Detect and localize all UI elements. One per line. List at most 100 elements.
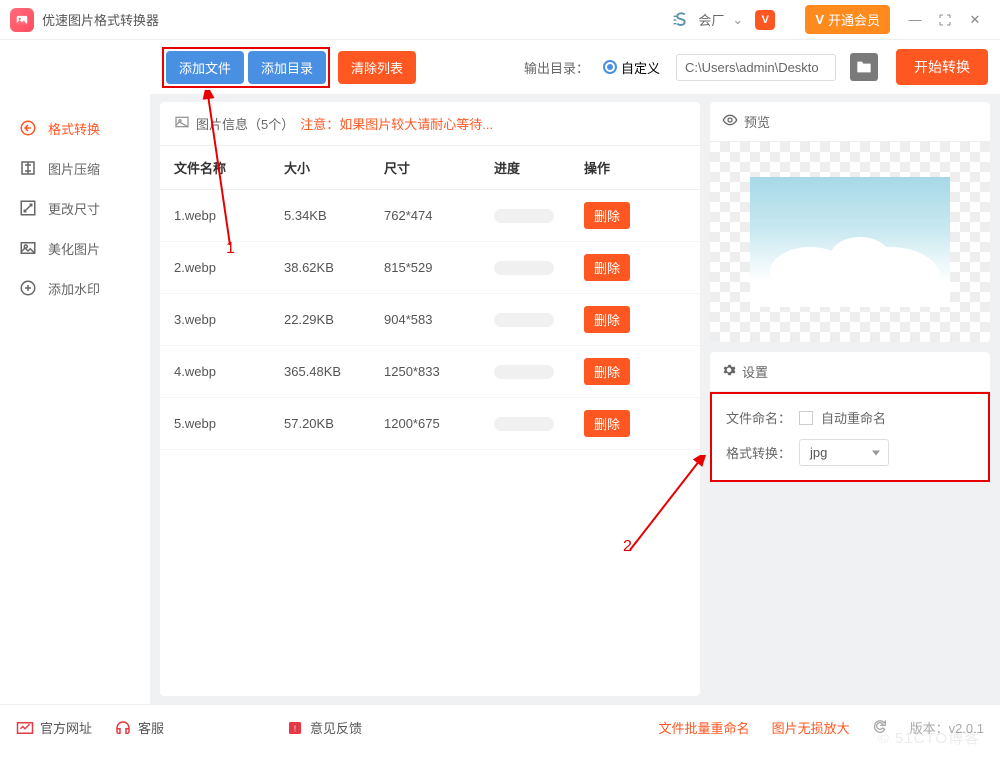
gear-icon <box>722 363 736 380</box>
col-prog-header: 进度 <box>494 158 584 177</box>
delete-button[interactable]: 删除 <box>584 254 630 281</box>
lossless-zoom-link[interactable]: 图片无损放大 <box>772 718 850 737</box>
footer: 官方网址 客服 ! 意见反馈 文件批量重命名 图片无损放大 版本：v2.0.1 <box>0 704 1000 750</box>
cell-progress <box>494 365 584 379</box>
cell-size: 365.48KB <box>284 364 384 379</box>
radio-selected-icon <box>603 60 617 74</box>
minimize-button[interactable]: — <box>900 5 930 35</box>
custom-dir-radio[interactable]: 自定义 <box>603 58 660 77</box>
feedback-icon: ! <box>286 719 304 737</box>
service-label: 客服 <box>138 718 164 737</box>
cell-size: 38.62KB <box>284 260 384 275</box>
user-name[interactable]: 会厂 <box>698 10 724 29</box>
cell-dim: 815*529 <box>384 260 494 275</box>
svg-text:!: ! <box>294 723 296 733</box>
progress-bar <box>494 313 554 327</box>
chevron-down-icon[interactable]: ⌄ <box>732 12 743 28</box>
sidebar-label: 添加水印 <box>48 279 100 298</box>
sidebar: 格式转换 图片压缩 更改尺寸 美化图片 添加水印 <box>0 94 150 704</box>
file-naming-row: 文件命名： 自动重命名 <box>726 408 974 427</box>
cell-name: 2.webp <box>174 260 284 275</box>
preview-image <box>750 177 950 307</box>
feedback-link[interactable]: ! 意见反馈 <box>286 718 362 737</box>
feedback-label: 意见反馈 <box>310 718 362 737</box>
cell-name: 3.webp <box>174 312 284 327</box>
table-row[interactable]: 4.webp365.48KB1250*833删除 <box>160 346 700 398</box>
info-count: 图片信息（5个） <box>196 114 294 133</box>
add-file-button[interactable]: 添加文件 <box>166 51 244 84</box>
settings-body: 文件命名： 自动重命名 格式转换： jpg <box>710 392 990 482</box>
sidebar-label: 格式转换 <box>48 119 100 138</box>
sidebar-label: 图片压缩 <box>48 159 100 178</box>
table-body: 1.webp5.34KB762*474删除2.webp38.62KB815*52… <box>160 190 700 450</box>
info-warning: 注意：如果图片较大请耐心等待... <box>300 114 493 133</box>
customer-service-link[interactable]: 客服 <box>114 718 164 737</box>
cell-action: 删除 <box>584 358 654 385</box>
close-button[interactable]: ✕ <box>960 5 990 35</box>
settings-panel: 设置 文件命名： 自动重命名 格式转换： jpg <box>710 352 990 482</box>
official-site-link[interactable]: 官方网址 <box>16 718 92 737</box>
brand-s-icon <box>670 9 692 31</box>
sidebar-item-beautify[interactable]: 美化图片 <box>0 228 150 268</box>
col-act-header: 操作 <box>584 158 654 177</box>
image-info-icon <box>174 114 190 133</box>
cell-dim: 1200*675 <box>384 416 494 431</box>
format-select[interactable]: jpg <box>799 439 889 466</box>
official-label: 官方网址 <box>40 718 92 737</box>
delete-button[interactable]: 删除 <box>584 202 630 229</box>
table-row[interactable]: 1.webp5.34KB762*474删除 <box>160 190 700 242</box>
add-folder-button[interactable]: 添加目录 <box>248 51 326 84</box>
file-naming-label: 文件命名： <box>726 408 791 427</box>
settings-title: 设置 <box>742 362 768 381</box>
maximize-button[interactable] <box>930 5 960 35</box>
cell-action: 删除 <box>584 254 654 281</box>
delete-button[interactable]: 删除 <box>584 306 630 333</box>
output-dir-label: 输出目录： <box>524 58 589 77</box>
headset-icon <box>114 719 132 737</box>
sidebar-item-resize[interactable]: 更改尺寸 <box>0 188 150 228</box>
cell-progress <box>494 417 584 431</box>
col-size-header: 大小 <box>284 158 384 177</box>
start-convert-button[interactable]: 开始转换 <box>896 49 988 85</box>
table-row[interactable]: 3.webp22.29KB904*583删除 <box>160 294 700 346</box>
compress-icon <box>18 158 38 178</box>
annotation-label-1: 1 <box>226 240 235 258</box>
file-list-panel: 图片信息（5个） 注意：如果图片较大请耐心等待... 文件名称 大小 尺寸 进度… <box>160 102 700 696</box>
cell-action: 删除 <box>584 410 654 437</box>
cell-name: 5.webp <box>174 416 284 431</box>
eye-icon <box>722 112 738 131</box>
user-area: 会厂 ⌄ V <box>670 9 775 31</box>
sidebar-item-compress[interactable]: 图片压缩 <box>0 148 150 188</box>
refresh-icon[interactable] <box>872 718 888 737</box>
preview-panel: 预览 <box>710 102 990 342</box>
format-value: jpg <box>810 445 827 460</box>
table-row[interactable]: 5.webp57.20KB1200*675 删除 <box>160 398 700 450</box>
custom-dir-label: 自定义 <box>621 58 660 77</box>
delete-button[interactable]: 删除 <box>584 358 630 385</box>
sidebar-label: 美化图片 <box>48 239 100 258</box>
table-header: 文件名称 大小 尺寸 进度 操作 <box>160 146 700 190</box>
cell-dim: 762*474 <box>384 208 494 223</box>
cell-action: 删除 <box>584 306 654 333</box>
cell-name: 1.webp <box>174 208 284 223</box>
auto-rename-checkbox[interactable] <box>799 411 813 425</box>
open-vip-button[interactable]: V开通会员 <box>805 5 890 34</box>
clear-list-button[interactable]: 清除列表 <box>338 51 416 84</box>
sidebar-item-watermark[interactable]: 添加水印 <box>0 268 150 308</box>
cell-dim: 1250*833 <box>384 364 494 379</box>
resize-icon <box>18 198 38 218</box>
open-vip-label: 开通会员 <box>828 10 880 29</box>
browse-folder-button[interactable] <box>850 53 878 81</box>
delete-button[interactable]: 删除 <box>584 410 630 437</box>
sidebar-item-format-convert[interactable]: 格式转换 <box>0 108 150 148</box>
batch-rename-link[interactable]: 文件批量重命名 <box>659 718 750 737</box>
annotation-box-1: 添加文件 添加目录 <box>162 47 330 88</box>
output-path-input[interactable] <box>676 54 836 81</box>
cell-action: 删除 <box>584 202 654 229</box>
sidebar-label: 更改尺寸 <box>48 199 100 218</box>
cell-size: 57.20KB <box>284 416 384 431</box>
watermark-icon <box>18 278 38 298</box>
table-row[interactable]: 2.webp38.62KB815*529 删除 <box>160 242 700 294</box>
vip-badge-icon: V <box>755 10 775 30</box>
toolbar: 添加文件 添加目录 清除列表 输出目录： 自定义 开始转换 <box>0 40 1000 94</box>
